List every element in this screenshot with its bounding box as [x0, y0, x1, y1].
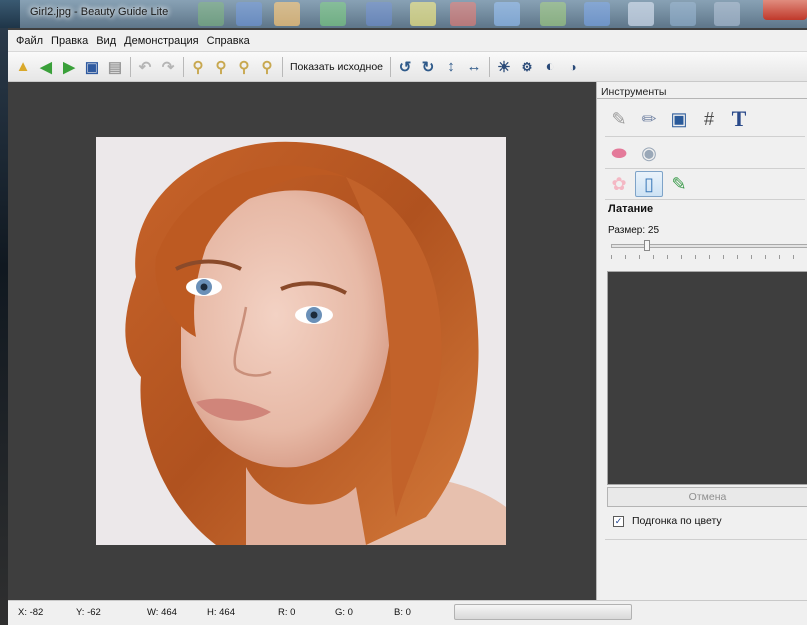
active-tool-name: Латание [608, 203, 654, 215]
portrait-illustration [96, 137, 506, 545]
tool-row-3: ✿ ▯ ✎ [605, 171, 695, 197]
brush-tool-icon[interactable]: ✏ [635, 106, 663, 132]
menu-help[interactable]: Справка [207, 35, 250, 47]
cancel-button[interactable]: Отмена [607, 487, 807, 507]
rotate-left-icon[interactable]: ↺ [394, 56, 416, 78]
menu-demo[interactable]: Демонстрация [124, 35, 199, 47]
toolbar-separator [130, 56, 131, 77]
undo-icon[interactable]: ↶ [134, 56, 156, 78]
smooth-tool-icon[interactable]: ✎ [665, 171, 693, 197]
brightness-icon[interactable]: ☀ [493, 56, 515, 78]
show-original-button[interactable]: Показать исходное [286, 58, 387, 76]
menu-view[interactable]: Вид [96, 35, 116, 47]
tools-panel: Инструменты ✎ ✏ ▣ # T ⬬ ◉ ✿ ▯ ✎ Латание … [596, 82, 807, 600]
toolbar-separator [183, 56, 184, 77]
grid-tool-icon[interactable]: # [695, 106, 723, 132]
patch-tool-icon[interactable]: ▯ [635, 171, 663, 197]
blemish-tool-icon[interactable]: ✿ [605, 171, 633, 197]
rotate-right-icon[interactable]: ↻ [417, 56, 439, 78]
close-button[interactable] [763, 0, 807, 20]
settings-gear-icon[interactable]: ⚙ [516, 56, 538, 78]
status-y: Y: -62 [76, 607, 101, 618]
panel-divider [597, 98, 807, 99]
menu-bar: Файл Правка Вид Демонстрация Справка [8, 30, 807, 52]
open-folder-icon[interactable]: ▲ [12, 56, 34, 78]
status-red: R: 0 [278, 607, 296, 618]
tool-row-separator [605, 199, 805, 200]
redo-icon[interactable]: ↷ [157, 56, 179, 78]
status-bar: X: -82 Y: -62 W: 464 H: 464 R: 0 G: 0 B:… [8, 600, 807, 625]
crop-tool-icon[interactable]: ▣ [665, 106, 693, 132]
zoom-fit-icon[interactable]: ⚲ [233, 56, 255, 78]
horizontal-scrollbar[interactable] [454, 604, 632, 620]
size-slider-ticks [611, 255, 807, 259]
tool-row-separator [605, 136, 805, 137]
toolbar-separator [282, 56, 283, 77]
panel-divider [605, 539, 807, 540]
status-green: G: 0 [335, 607, 353, 618]
status-width: W: 464 [147, 607, 177, 618]
toolbar: ▲ ◀ ▶ ▣ ▤ ↶ ↷ ⚲ ⚲ ⚲ ⚲ Показать исходное … [8, 52, 807, 82]
taskbar: Girl2.jpg - Beauty Guide Lite [0, 0, 807, 28]
zoom-out-icon[interactable]: ⚲ [210, 56, 232, 78]
zoom-actual-icon[interactable]: ⚲ [256, 56, 278, 78]
preview-area [607, 271, 807, 485]
flip-horizontal-icon[interactable]: ↔ [463, 56, 485, 78]
save-icon[interactable]: ▣ [81, 56, 103, 78]
image-canvas[interactable] [8, 82, 596, 600]
fit-color-label: Подгонка по цвету [632, 515, 722, 527]
menu-file[interactable]: Файл [16, 35, 43, 47]
portrait-photo[interactable] [96, 137, 506, 545]
window-left-edge [0, 28, 8, 625]
window-titlebar[interactable]: Girl2.jpg - Beauty Guide Lite [20, 0, 807, 28]
contrast-icon[interactable]: ◐ [539, 56, 561, 78]
size-slider-thumb[interactable] [644, 240, 650, 251]
back-arrow-icon[interactable]: ◀ [35, 56, 57, 78]
fit-color-checkbox[interactable]: ✓ [613, 515, 624, 527]
toolbar-separator [489, 56, 491, 77]
menu-edit[interactable]: Правка [51, 35, 88, 47]
panel-title: Инструменты [601, 86, 667, 98]
text-tool-icon[interactable]: T [725, 106, 753, 132]
toolbar-separator [390, 56, 392, 77]
forward-arrow-icon[interactable]: ▶ [58, 56, 80, 78]
tool-row-2: ⬬ ◉ [605, 140, 665, 166]
status-blue: B: 0 [394, 607, 411, 618]
flip-vertical-icon[interactable]: ↕ [440, 56, 462, 78]
saturation-icon[interactable]: ◑ [562, 56, 584, 78]
size-slider-track[interactable] [611, 244, 807, 248]
pencil-tool-icon[interactable]: ✎ [605, 106, 633, 132]
zoom-in-icon[interactable]: ⚲ [187, 56, 209, 78]
tool-row-1: ✎ ✏ ▣ # T [605, 106, 755, 132]
lips-tool-icon[interactable]: ⬬ [605, 140, 633, 166]
status-height: H: 464 [207, 607, 235, 618]
window-title: Girl2.jpg - Beauty Guide Lite [30, 6, 169, 18]
status-x: X: -82 [18, 607, 44, 618]
tool-row-separator [605, 168, 805, 169]
eye-tool-icon[interactable]: ◉ [635, 140, 663, 166]
print-icon[interactable]: ▤ [104, 56, 126, 78]
fit-color-option[interactable]: ✓ Подгонка по цвету [613, 515, 722, 527]
size-label: Размер: 25 [608, 225, 660, 236]
